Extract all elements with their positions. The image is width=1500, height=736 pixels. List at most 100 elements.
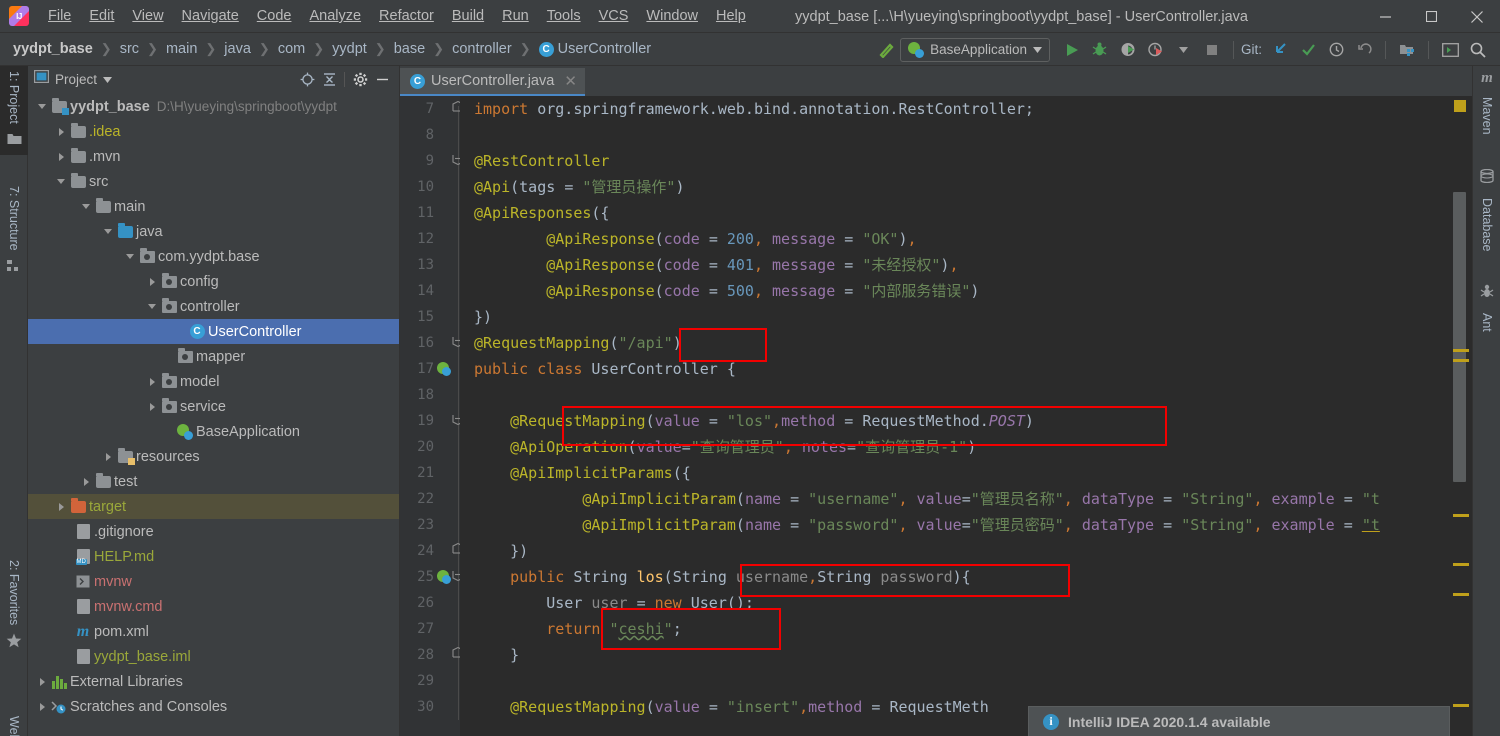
warning-marker[interactable] — [1453, 593, 1469, 596]
twisty-down-icon[interactable] — [78, 204, 94, 209]
sidebar-item-favorites[interactable]: 2: Favorites — [0, 555, 28, 658]
twisty-right-icon[interactable] — [34, 677, 50, 686]
sidebar-item-database[interactable]: Database — [1473, 166, 1500, 257]
editor-scrollbar[interactable] — [1450, 96, 1472, 736]
tree-row-java[interactable]: java — [28, 219, 399, 244]
twisty-right-icon[interactable] — [53, 152, 69, 161]
warning-marker[interactable] — [1453, 514, 1469, 517]
git-rollback-button[interactable] — [1350, 37, 1378, 63]
sidebar-item-structure[interactable]: 7: Structure — [0, 181, 28, 282]
search-everywhere-button[interactable] — [1464, 37, 1492, 63]
menu-build[interactable]: Build — [443, 4, 493, 28]
tree-row-yydpt_base[interactable]: yydpt_base D:\H\yueying\springboot\yydpt — [28, 94, 399, 119]
tree-row-iml[interactable]: yydpt_base.iml — [28, 644, 399, 669]
menu-run[interactable]: Run — [493, 4, 538, 28]
warning-marker[interactable] — [1453, 563, 1469, 566]
twisty-right-icon[interactable] — [100, 452, 116, 461]
tree-row-external-libraries[interactable]: External Libraries — [28, 669, 399, 694]
tree-row-resources[interactable]: resources — [28, 444, 399, 469]
tab-usercontroller-java[interactable]: C UserController.java ✕ — [400, 68, 585, 96]
warning-marker[interactable] — [1453, 359, 1469, 362]
inspection-warning-indicator[interactable] — [1454, 100, 1466, 112]
run-button[interactable] — [1058, 37, 1086, 63]
run-configuration-selector[interactable]: BaseApplication — [900, 37, 1050, 62]
breadcrumb-src[interactable]: src — [117, 39, 142, 59]
tree-row-mvn[interactable]: .mvn — [28, 144, 399, 169]
twisty-right-icon[interactable] — [34, 702, 50, 711]
menu-navigate[interactable]: Navigate — [173, 4, 248, 28]
tree-row-main[interactable]: main — [28, 194, 399, 219]
collapse-all-button[interactable] — [318, 69, 340, 89]
menu-edit[interactable]: Edit — [80, 4, 123, 28]
tree-row-model[interactable]: model — [28, 369, 399, 394]
breadcrumb-yydpt[interactable]: yydpt — [329, 39, 370, 59]
close-button[interactable] — [1454, 0, 1500, 33]
scrollbar-thumb[interactable] — [1453, 192, 1466, 482]
menu-help[interactable]: Help — [707, 4, 755, 28]
spring-bean-gutter-icon[interactable] — [436, 356, 452, 382]
tree-row-target[interactable]: target — [28, 494, 399, 519]
minimize-button[interactable] — [1362, 0, 1408, 33]
debug-button[interactable] — [1086, 37, 1114, 63]
terminal-button[interactable] — [1436, 37, 1464, 63]
twisty-down-icon[interactable] — [144, 304, 160, 309]
spring-url-gutter-icon[interactable] — [436, 564, 452, 590]
twisty-right-icon[interactable] — [78, 477, 94, 486]
menu-refactor[interactable]: Refactor — [370, 4, 443, 28]
breadcrumb-usercontroller[interactable]: C UserController — [536, 39, 654, 59]
tree-row-scratches[interactable]: Scratches and Consoles — [28, 694, 399, 719]
tree-row-mvnw-cmd[interactable]: mvnw.cmd — [28, 594, 399, 619]
breadcrumb-base[interactable]: base — [391, 39, 428, 59]
breadcrumb-com[interactable]: com — [275, 39, 308, 59]
twisty-right-icon[interactable] — [53, 502, 69, 511]
tree-row-pom-xml[interactable]: m pom.xml — [28, 619, 399, 644]
tree-row-idea[interactable]: .idea — [28, 119, 399, 144]
editor-gutter[interactable]: 7 8 9 10 11 12 13 14 15 16 17 18 19 20 2… — [400, 96, 464, 736]
project-structure-button[interactable] — [1393, 37, 1421, 63]
settings-button[interactable] — [349, 69, 371, 89]
breadcrumb-yydpt_base[interactable]: yydpt_base — [10, 39, 96, 59]
menu-file[interactable]: File — [39, 4, 80, 28]
twisty-right-icon[interactable] — [144, 277, 160, 286]
tree-row-test[interactable]: test — [28, 469, 399, 494]
menu-vcs[interactable]: VCS — [590, 4, 638, 28]
tree-row-mapper[interactable]: mapper — [28, 344, 399, 369]
twisty-down-icon[interactable] — [100, 229, 116, 234]
close-icon[interactable]: ✕ — [564, 72, 577, 90]
twisty-right-icon[interactable] — [53, 127, 69, 136]
menu-window[interactable]: Window — [637, 4, 707, 28]
tree-row-mvnw[interactable]: mvnw — [28, 569, 399, 594]
scroll-from-source-button[interactable] — [296, 69, 318, 89]
code-text[interactable]: import org.springframework.web.bind.anno… — [460, 96, 1450, 736]
tree-row-src[interactable]: src — [28, 169, 399, 194]
twisty-down-icon[interactable] — [53, 179, 69, 184]
sidebar-item-maven[interactable]: m Maven — [1473, 66, 1500, 140]
git-update-button[interactable] — [1266, 37, 1294, 63]
tree-row-config[interactable]: config — [28, 269, 399, 294]
tree-row-service[interactable]: service — [28, 394, 399, 419]
twisty-right-icon[interactable] — [144, 377, 160, 386]
menu-tools[interactable]: Tools — [538, 4, 590, 28]
tree-row-help-md[interactable]: HELP.md — [28, 544, 399, 569]
tree-row-com-yydpt-base[interactable]: com.yydpt.base — [28, 244, 399, 269]
breadcrumb-controller[interactable]: controller — [449, 39, 515, 59]
code-editor[interactable]: 7 8 9 10 11 12 13 14 15 16 17 18 19 20 2… — [400, 96, 1472, 736]
warning-marker[interactable] — [1453, 704, 1469, 707]
git-history-button[interactable] — [1322, 37, 1350, 63]
git-commit-button[interactable] — [1294, 37, 1322, 63]
breadcrumb-java[interactable]: java — [221, 39, 254, 59]
twisty-right-icon[interactable] — [144, 402, 160, 411]
profiler-button[interactable] — [1142, 37, 1170, 63]
sidebar-item-web[interactable]: Web — [0, 711, 28, 736]
run-with-coverage-button[interactable] — [1114, 37, 1142, 63]
twisty-down-icon[interactable] — [122, 254, 138, 259]
project-view-dropdown[interactable] — [103, 70, 113, 88]
warning-marker[interactable] — [1453, 349, 1469, 352]
notification-balloon[interactable]: i IntelliJ IDEA 2020.1.4 available — [1028, 706, 1450, 736]
sidebar-item-ant[interactable]: Ant — [1473, 281, 1500, 337]
tree-row-gitignore[interactable]: .gitignore — [28, 519, 399, 544]
tree-row-baseapplication[interactable]: BaseApplication — [28, 419, 399, 444]
menu-view[interactable]: View — [123, 4, 172, 28]
build-project-button[interactable] — [872, 37, 900, 63]
stop-button[interactable] — [1198, 37, 1226, 63]
